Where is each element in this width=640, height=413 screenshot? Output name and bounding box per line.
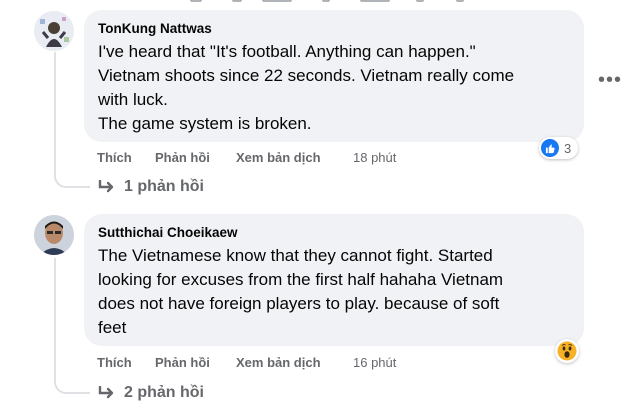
see-translation-button[interactable]: Xem bản dịch	[236, 355, 321, 370]
comment-bubble: TonKung Nattwas I've heard that "It's fo…	[84, 10, 584, 142]
reaction-summary[interactable]: 3	[539, 137, 579, 159]
more-options-icon[interactable]: •••	[598, 70, 622, 90]
like-button[interactable]: Thích	[97, 355, 132, 370]
replies-count-label: 1 phản hồi	[124, 178, 204, 195]
thread-line	[54, 52, 56, 174]
reply-arrow-icon	[98, 180, 114, 193]
reply-button[interactable]: Phản hồi	[155, 150, 210, 165]
avatar[interactable]	[34, 11, 74, 51]
comment-text: The Vietnamese know that they cannot fig…	[98, 246, 504, 337]
clipped-previous-content	[0, 0, 640, 4]
comment-bubble: Sutthichai Choeikaew The Vietnamese know…	[84, 214, 584, 346]
see-translation-button[interactable]: Xem bản dịch	[236, 150, 321, 165]
thread-line	[54, 258, 56, 380]
thread-line-curve	[54, 378, 90, 394]
timestamp[interactable]: 16 phút	[353, 355, 396, 370]
timestamp[interactable]: 18 phút	[353, 150, 396, 165]
replies-count-label: 2 phản hồi	[124, 384, 204, 401]
reply-arrow-icon	[98, 386, 114, 399]
reaction-count: 3	[564, 140, 572, 156]
comment-text: I've heard that "It's football. Anything…	[98, 42, 515, 133]
view-replies-button[interactable]: 2 phản hồi	[98, 384, 204, 402]
like-icon	[541, 139, 559, 157]
comment-author[interactable]: Sutthichai Choeikaew	[98, 224, 570, 242]
avatar[interactable]	[34, 215, 74, 255]
reply-button[interactable]: Phản hồi	[155, 355, 210, 370]
avatar-image	[34, 215, 74, 255]
view-replies-button[interactable]: 1 phản hồi	[98, 178, 204, 196]
thread-line-curve	[54, 172, 90, 188]
comment-author[interactable]: TonKung Nattwas	[98, 20, 570, 38]
wow-icon[interactable]	[555, 339, 579, 363]
avatar-image	[34, 11, 74, 51]
like-button[interactable]: Thích	[97, 150, 132, 165]
